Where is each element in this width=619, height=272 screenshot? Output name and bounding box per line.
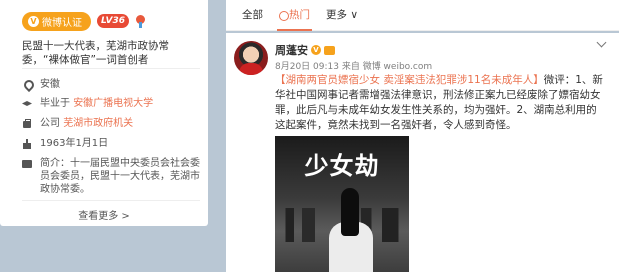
post-author: 周蓬安 V [275,42,335,58]
info-birthday: 1963年1月1日 [22,137,204,150]
location-text: 安徽 [40,79,60,90]
tab-hot-label: 热门 [289,8,310,21]
graduation-cap-icon [22,99,32,109]
info-bio: 简介：十一届民盟中央委员会社会委员会委员，民盟十一大代表，芜湖市政协常委。 [22,157,204,196]
profile-badges: V 微博认证 LV36 [22,11,146,31]
divider [22,200,200,201]
tab-all[interactable]: 全部 [242,0,263,31]
member-crown-icon[interactable] [324,45,335,55]
post-content: 【湖南两官员嫖宿少女 卖淫案违法犯罪涉11名未成年人】微评：1、新华社中国网事记… [275,73,605,133]
education-prefix: 毕业于 [40,98,70,109]
post-image[interactable]: 少女劫 [275,136,409,272]
feed-tabs: 全部 热门 更多 ∨ [226,0,619,31]
bio-text: 简介：十一届民盟中央委员会社会委员会委员，民盟十一大代表，芜湖市政协常委。 [40,158,200,195]
education-school-link[interactable]: 安徽广播电视大学 [73,98,153,109]
weibo-post: 周蓬安 V 8月20日 09:13 来自 微博 weibo.com 【湖南两官员… [226,33,619,272]
tab-more[interactable]: 更多 ∨ [326,0,358,31]
company-link[interactable]: 芜湖市政府机关 [63,118,133,129]
vip-badge[interactable]: V 微博认证 [22,11,91,31]
hot-icon [279,10,289,21]
info-education: 毕业于 安徽广播电视大学 [22,97,204,110]
post-topic[interactable]: 【湖南两官员嫖宿少女 卖淫案违法犯罪涉11名未成年人】 [275,74,544,86]
briefcase-icon [22,119,32,129]
profile-card: V 微博认证 LV36 民盟十一大代表，芜湖市政协常委，“裸体做官”一词首创者 … [0,0,208,226]
avatar[interactable] [234,41,268,75]
company-prefix: 公司 [40,118,60,129]
verified-icon: V [28,15,39,27]
profile-intro: 民盟十一大代表，芜湖市政协常委，“裸体做官”一词首创者 [22,40,169,66]
birthday-icon [22,139,32,149]
info-company: 公司 芜湖市政府机关 [22,117,204,130]
figure-hair [341,188,359,236]
profile-card-icon [22,159,32,169]
post-image-title: 少女劫 [304,151,380,180]
chevron-down-icon[interactable] [596,37,607,48]
author-name[interactable]: 周蓬安 [275,42,308,58]
birthday-text: 1963年1月1日 [40,138,109,149]
medal-icon[interactable] [135,14,146,28]
location-icon [22,80,32,90]
info-location: 安徽 [22,78,204,91]
verified-icon: V [311,45,321,55]
divider [22,68,200,69]
tab-hot[interactable]: 热门 [277,0,312,31]
post-meta[interactable]: 8月20日 09:13 来自 微博 weibo.com [275,59,432,72]
view-more-link[interactable]: 查看更多 > [0,207,208,222]
vip-badge-label: 微博认证 [42,17,82,29]
level-badge[interactable]: LV36 [97,14,129,28]
